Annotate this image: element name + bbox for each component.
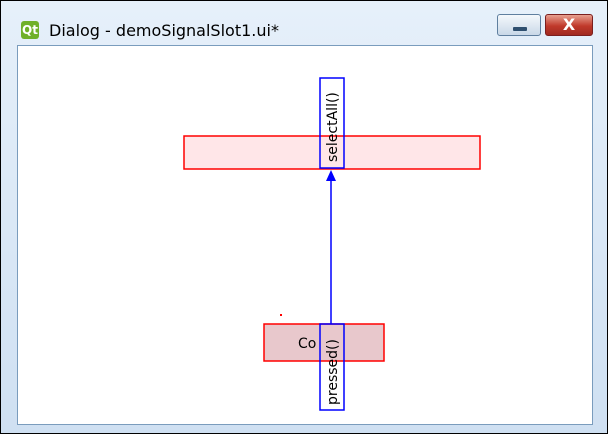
slot-label: selectAll(): [325, 92, 341, 162]
signal-label: pressed(): [325, 339, 341, 405]
signal-slot-overlay: Co selectAll() pressed(): [183, 77, 481, 411]
arrowhead-icon: [326, 170, 336, 181]
selection-dot: [280, 314, 282, 316]
sender-button-label: Co: [298, 336, 316, 352]
